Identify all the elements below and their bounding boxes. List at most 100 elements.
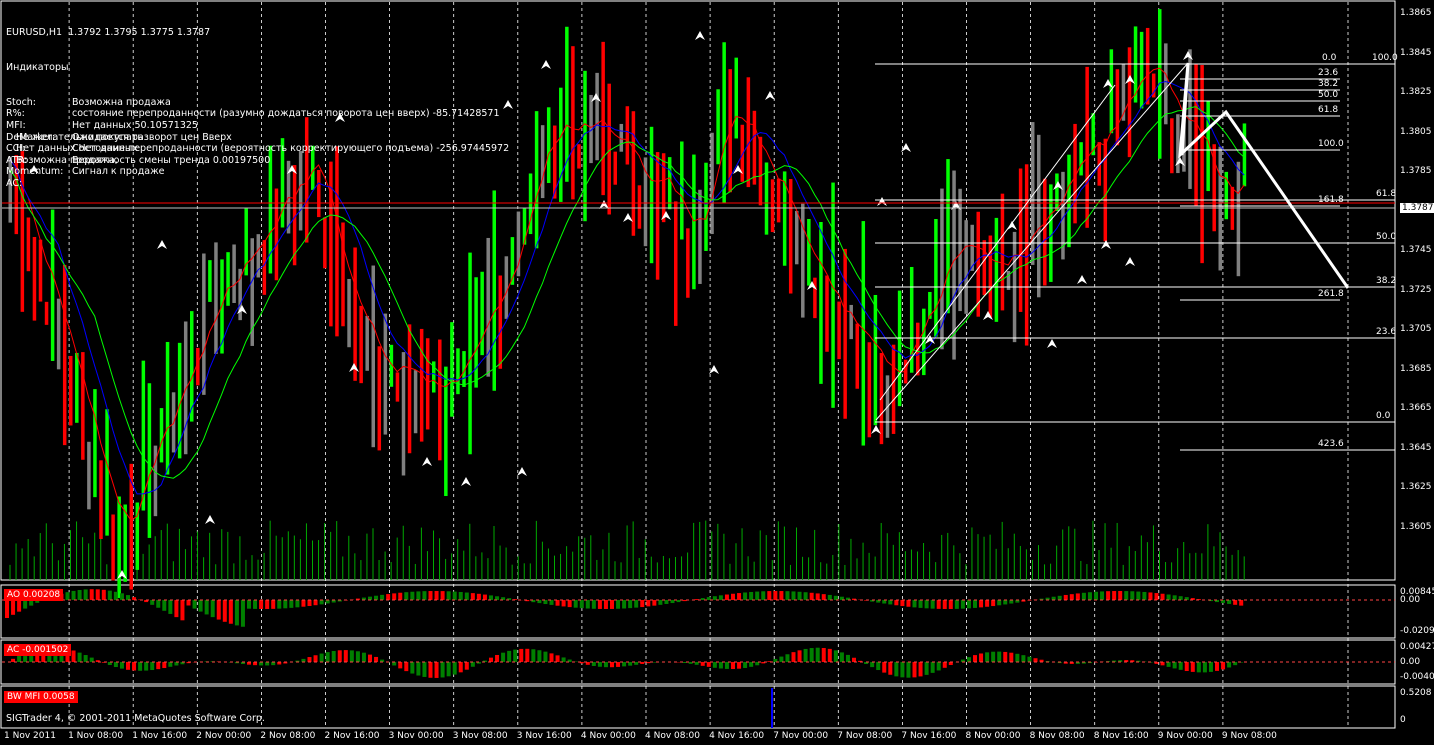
info-panel: EURUSD,H1 1.3792 1.3795 1.3775 1.3787 Ин… (6, 4, 509, 189)
ao-bar (997, 600, 1002, 606)
price-bar (583, 70, 587, 222)
fractal-arrow-icon (1047, 339, 1057, 348)
ao-bar (966, 600, 971, 609)
mfi-label: BW MFI 0.0058 (4, 691, 78, 703)
price-bar (546, 107, 551, 184)
ac-label: AC -0.001502 (4, 644, 72, 656)
ao-bar (95, 589, 100, 600)
ao-bar (11, 600, 16, 615)
ao-bar (894, 600, 899, 606)
price-bar (1145, 27, 1150, 105)
price-bar (559, 87, 563, 202)
ao-bar (561, 600, 566, 607)
price-bar (1018, 168, 1023, 312)
fib-label-lower: 0.0 (1376, 411, 1391, 421)
fractal-arrow-icon (205, 515, 215, 524)
ao-bar (979, 600, 984, 608)
ao-bar (809, 592, 814, 600)
time-tick: 3 Nov 08:00 (452, 731, 508, 741)
price-bar (680, 141, 684, 240)
ao-bar (150, 600, 155, 605)
ao-bar (295, 600, 300, 608)
ac-bar (979, 653, 984, 662)
price-bar (837, 301, 841, 360)
price-bar (571, 46, 575, 200)
fractal-arrow-icon (709, 365, 719, 374)
price-bar (831, 182, 835, 408)
ac-bar (374, 656, 379, 662)
info-key: R%: (6, 108, 25, 120)
ao-bar (1069, 594, 1074, 600)
time-tick: 7 Nov 16:00 (901, 731, 957, 741)
fib-label-upper: 23.6 (1318, 68, 1339, 78)
ao-bar (374, 595, 379, 600)
ac-bar (991, 651, 996, 662)
price-bar (825, 275, 829, 352)
ao-bar (652, 600, 657, 606)
fractal-arrow-icon (623, 213, 633, 222)
ac-bar (410, 662, 415, 674)
price-bar (1200, 65, 1204, 264)
mfi-tick: 0.5208 (1400, 688, 1432, 698)
ao-bar (1148, 592, 1153, 600)
volume-bars (9, 520, 1245, 580)
fractal-arrow-icon (461, 477, 471, 486)
price-tick: 1.3625 (1400, 482, 1432, 492)
ac-bar (555, 655, 560, 662)
ac-bar (416, 662, 421, 676)
ao-bar (428, 591, 433, 600)
ac-bar (549, 653, 554, 662)
ao-bar (640, 600, 645, 608)
ao-bar (265, 600, 270, 609)
ac-bar (17, 655, 22, 662)
ac-bar (876, 662, 881, 671)
ao-bar (495, 596, 500, 600)
fractal-arrow-icon (422, 457, 432, 466)
price-bar (970, 224, 974, 271)
ao-bar (1172, 595, 1177, 600)
info-row: Stoch: Возможна продажа (6, 97, 509, 109)
ao-bar (422, 591, 427, 600)
price-bar (117, 496, 121, 599)
ao-bar (489, 595, 493, 600)
price-bar (849, 304, 853, 340)
ac-bar (973, 655, 977, 662)
ao-bar (888, 600, 893, 605)
price-tick: 1.3605 (1400, 521, 1432, 532)
ao-bar (785, 591, 790, 600)
ac-bar (743, 662, 748, 668)
ac-bar (749, 662, 754, 667)
ao-bar (434, 591, 439, 600)
ac-bar (452, 662, 457, 675)
ac-bar (718, 662, 723, 669)
ac-bar (531, 649, 536, 662)
ao-bar (912, 600, 917, 608)
price-bar (99, 460, 103, 539)
price-bar (232, 244, 236, 303)
price-bar (450, 322, 454, 417)
price-bar (686, 228, 690, 298)
price-bar (262, 240, 267, 295)
fib-label-upper: 38.2 (1318, 79, 1339, 89)
ao-bar (392, 593, 397, 600)
ac-bar (138, 662, 143, 671)
ac-bar (162, 662, 167, 669)
price-bar (1085, 66, 1089, 228)
ao-bar (591, 600, 596, 609)
ao-histogram (5, 589, 1244, 627)
price-bar (674, 201, 678, 326)
time-tick: 1 Nov 2011 (4, 731, 56, 741)
ao-bar (1009, 600, 1014, 604)
ao-bar (827, 594, 832, 600)
ao-bar (156, 600, 161, 608)
ac-bar (924, 662, 929, 675)
ac-bar (537, 650, 542, 662)
ao-tick: 0.00 (1400, 595, 1421, 605)
ao-bar (567, 600, 572, 608)
price-bar (480, 271, 484, 356)
ac-bar (307, 657, 312, 662)
ac-bar (827, 648, 832, 662)
ac-bar (930, 662, 935, 673)
ac-bar (1015, 653, 1020, 662)
info-key: Stoch: (6, 96, 37, 108)
